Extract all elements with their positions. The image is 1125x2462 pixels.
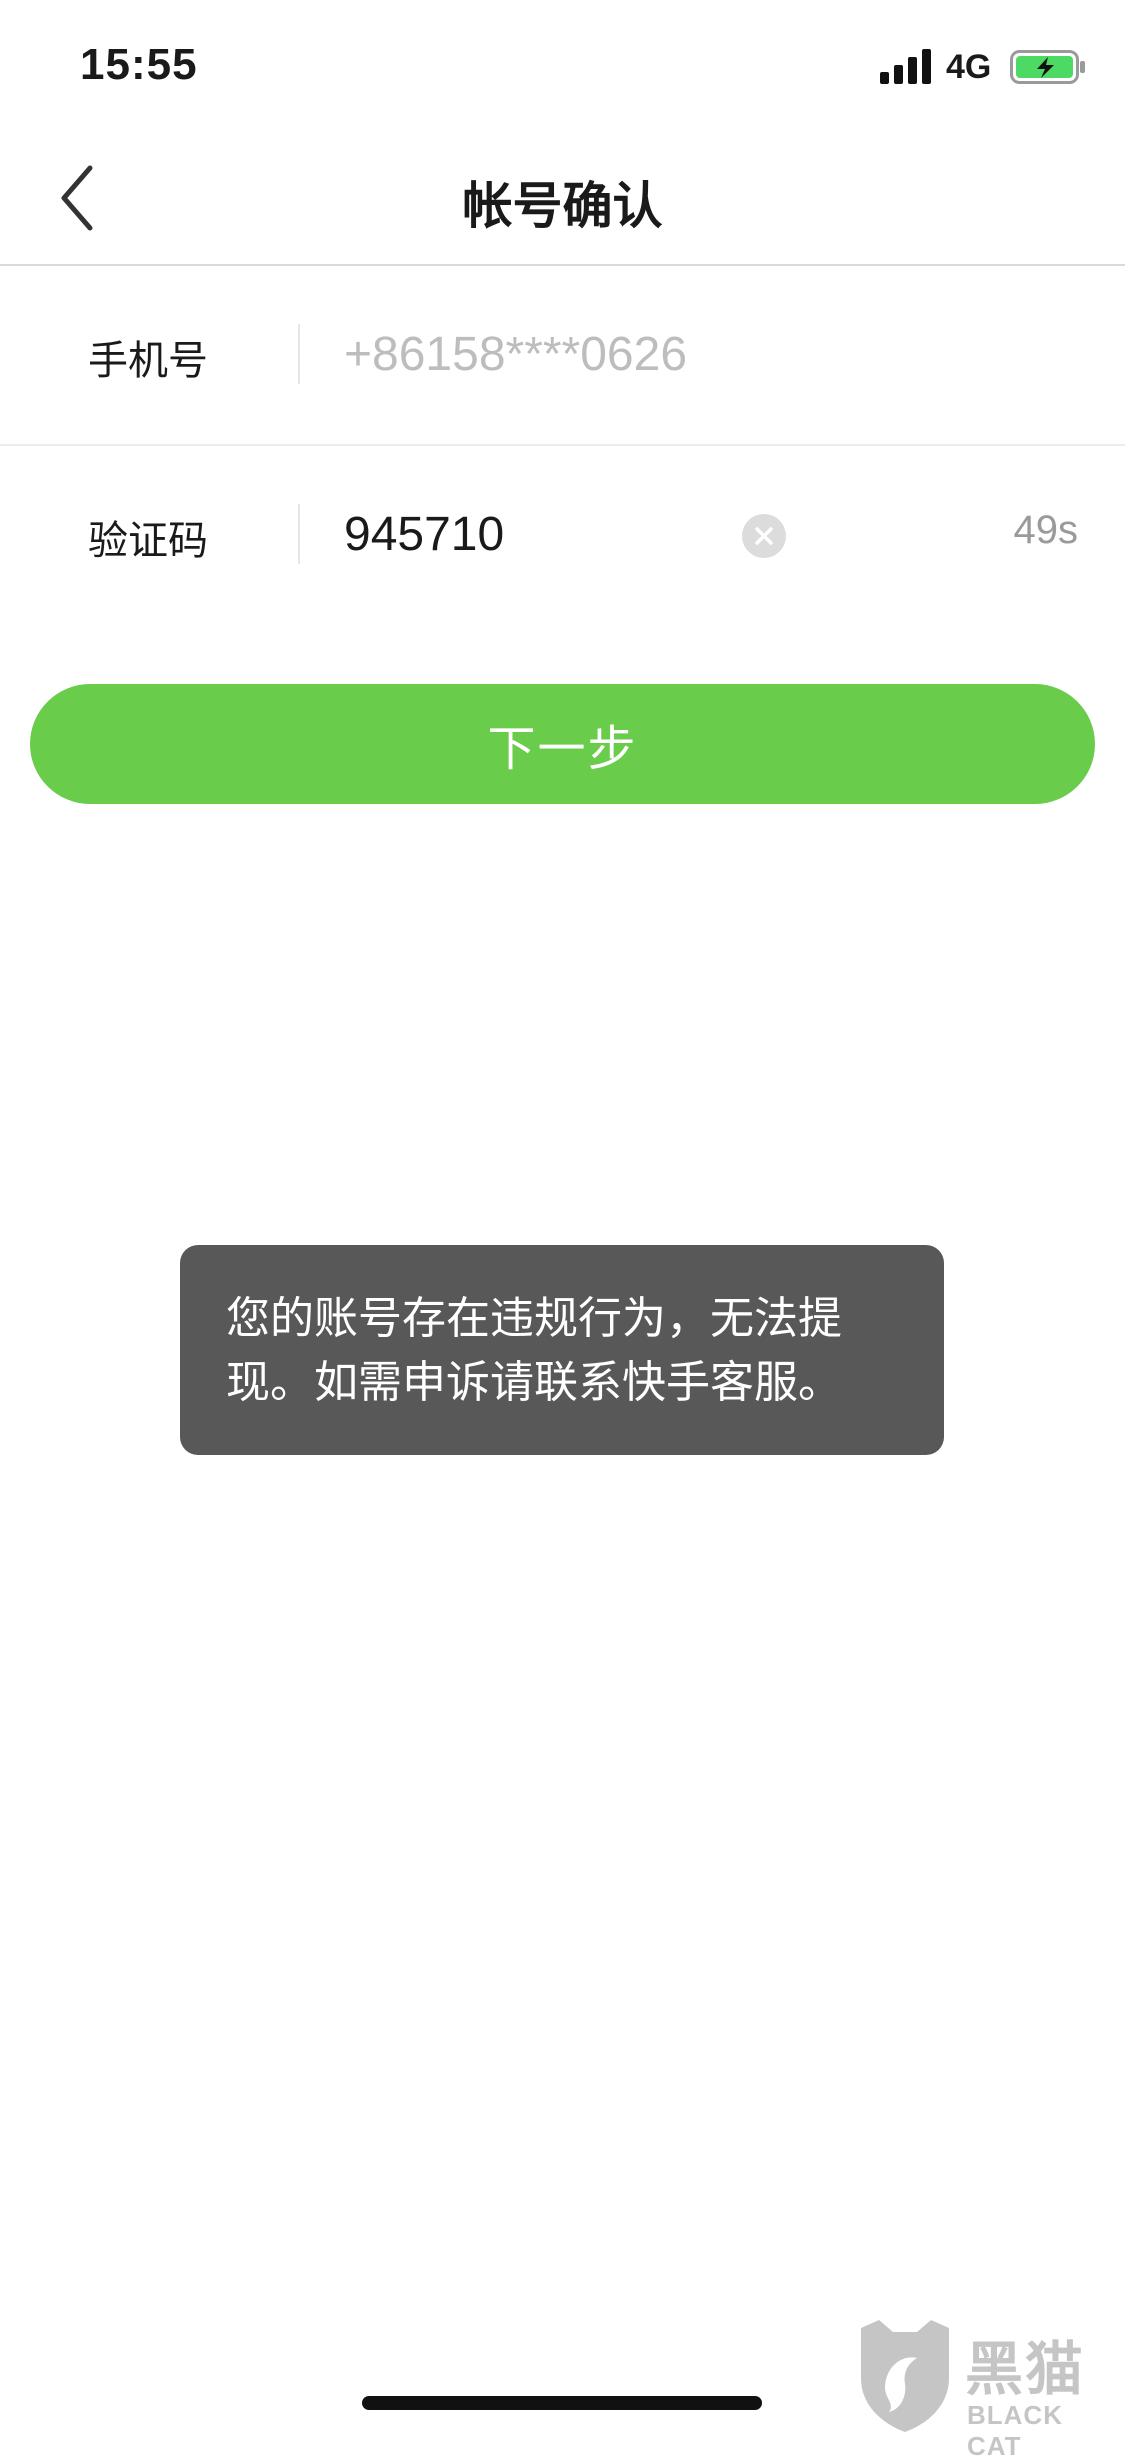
toast-line-2: 现。如需申诉请联系快手客服。 <box>226 1357 842 1408</box>
status-bar: 15:55 4G <box>0 0 1125 132</box>
phone-row: 手机号 <box>0 266 1125 446</box>
code-row: 验证码 49s <box>0 446 1125 624</box>
watermark-en: BLACK CAT <box>967 2400 1063 2461</box>
status-time: 15:55 <box>80 40 198 89</box>
cat-shield-icon <box>861 2320 949 2432</box>
nav-bar: 帐号确认 <box>0 132 1125 266</box>
code-input[interactable] <box>344 498 724 570</box>
signal-bars-icon <box>880 49 931 84</box>
phone-label: 手机号 <box>88 338 208 384</box>
resend-countdown: 49s <box>1013 508 1079 552</box>
phone-input[interactable] <box>344 318 944 390</box>
clear-circle-icon <box>755 527 773 545</box>
watermark-cn: 黑猫 <box>965 2335 1086 2403</box>
clear-button[interactable] <box>742 514 786 558</box>
home-indicator[interactable] <box>362 2396 762 2410</box>
network-type: 4G <box>946 48 992 86</box>
toast-message: 您的账号存在违规行为，无法提 现。如需申诉请联系快手客服。 <box>180 1245 944 1455</box>
divider <box>298 504 300 564</box>
code-label: 验证码 <box>88 518 208 564</box>
divider <box>298 324 300 384</box>
watermark-logo: 黑猫 BLACK CAT <box>855 2318 1125 2461</box>
page-title: 帐号确认 <box>462 177 663 235</box>
battery-charging-icon <box>1010 50 1085 84</box>
toast-line-1: 您的账号存在违规行为，无法提 <box>226 1293 842 1344</box>
next-step-button[interactable]: 下一步 <box>30 684 1095 804</box>
